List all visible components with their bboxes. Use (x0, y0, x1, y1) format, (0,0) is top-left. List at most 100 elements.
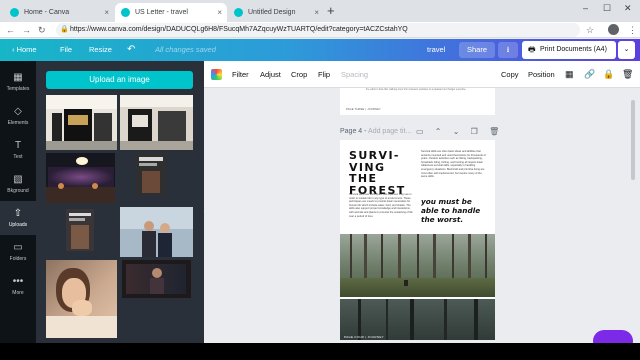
chevron-down-icon[interactable]: ⌄ (618, 41, 635, 59)
rail-item-elements[interactable]: ◇ Elements (0, 99, 36, 133)
profile-avatar-icon[interactable] (608, 24, 619, 35)
color-picker-icon[interactable] (211, 69, 222, 80)
upload-thumbnail[interactable] (46, 260, 117, 338)
rail-label: More (12, 290, 24, 296)
upload-thumbnail[interactable] (120, 95, 193, 150)
page-4[interactable]: SURVI- VING THE FOREST Survival skills a… (340, 140, 495, 340)
upload-thumbnail[interactable] (46, 95, 117, 150)
tab-home-canva[interactable]: Home - Canva × (4, 3, 114, 22)
page-3-preview[interactable]: the editor is that offer walking tours f… (340, 88, 495, 115)
upload-image-button[interactable]: Upload an image (46, 71, 193, 89)
filter-button[interactable]: Filter (232, 61, 249, 88)
page-4-quote[interactable]: you must be able to handle the worst. (421, 197, 491, 224)
upload-thumbnail[interactable] (120, 207, 193, 257)
forest-photo[interactable] (340, 234, 495, 297)
share-button[interactable]: Share (459, 42, 495, 58)
print-label: Print Documents (A4) (540, 46, 607, 53)
upload-thumbnail[interactable] (46, 153, 115, 203)
tab-close-icon[interactable]: × (314, 3, 319, 22)
page-4-body-left[interactable]: Survival skills are techniques that a pe… (349, 193, 415, 218)
home-label: Home (16, 45, 37, 54)
page-4-headline[interactable]: SURVI- VING THE FOREST (349, 150, 419, 196)
editor-toolbar: Filter Adjust Crop Flip Spacing Copy Pos… (204, 61, 640, 88)
delete-page-icon[interactable]: 🗑 (489, 127, 499, 136)
link-icon[interactable]: 🔗 (584, 68, 595, 80)
letterbox-bar (0, 343, 640, 360)
url-input[interactable]: 🔒 https://www.canva.com/design/DADUCQLg6… (56, 23, 580, 37)
tab-us-letter-travel[interactable]: US Letter - travel × (115, 3, 227, 22)
duplicate-page-icon[interactable]: ❐ (471, 127, 478, 136)
page-number-label: Page 4 - (340, 128, 369, 135)
elements-icon: ◇ (14, 106, 22, 117)
side-nav-rail: ▦ Templates ◇ Elements T Text ▧ Bkground… (0, 61, 36, 343)
upload-thumbnail[interactable] (122, 260, 191, 298)
canva-favicon-icon (234, 8, 243, 17)
forward-arrow-icon[interactable]: → (22, 24, 31, 36)
save-status: All changes saved (155, 45, 216, 54)
rail-label: Bkground (7, 188, 29, 194)
rail-label: Elements (7, 120, 29, 126)
rail-label: Templates (6, 86, 30, 92)
trash-icon[interactable]: 🗑 (622, 68, 633, 80)
upload-thumbnail[interactable] (136, 153, 166, 195)
adjust-button[interactable]: Adjust (260, 61, 281, 88)
undo-icon[interactable]: ↶ (127, 39, 135, 61)
page-3-footer: PAGE THREE | JOURNEY (346, 108, 381, 111)
lock-icon[interactable]: 🔒 (603, 68, 614, 80)
transparency-icon[interactable]: ▦ (565, 68, 574, 80)
canva-favicon-icon (121, 8, 130, 17)
canva-favicon-icon (10, 8, 19, 17)
rail-item-templates[interactable]: ▦ Templates (0, 65, 36, 99)
bookmark-star-icon[interactable]: ☆ (586, 24, 594, 36)
canvas-scrollbar[interactable] (631, 100, 635, 180)
maximize-icon[interactable]: ☐ (603, 3, 611, 14)
position-button[interactable]: Position (528, 61, 555, 88)
design-canvas: the editor is that offer walking tours f… (204, 88, 640, 343)
spacing-button: Spacing (341, 70, 369, 79)
resize-button[interactable]: Resize (89, 39, 112, 61)
tab-close-icon[interactable]: × (217, 3, 222, 22)
page-notes-icon[interactable]: ▭ (416, 127, 424, 136)
print-documents-button[interactable]: 🖶 Print Documents (A4) (522, 41, 616, 59)
crop-button[interactable]: Crop (291, 61, 307, 88)
address-bar: ← → ↻ 🔒 https://www.canva.com/design/DAD… (0, 22, 640, 38)
upload-thumbnail[interactable] (66, 209, 94, 251)
close-window-icon[interactable]: ✕ (624, 3, 632, 14)
back-arrow-icon[interactable]: ← (6, 24, 15, 36)
reload-icon[interactable]: ↻ (38, 24, 46, 36)
rail-item-text[interactable]: T Text (0, 133, 36, 167)
page-controls: ▭ ⌃ ⌄ ❐ 🗑 (416, 127, 508, 136)
background-icon: ▧ (13, 174, 23, 185)
rail-item-uploads[interactable]: ⇧ Uploads (0, 201, 36, 235)
url-text: https://www.canva.com/design/DADUCQLg6H8… (70, 26, 408, 33)
rail-label: Uploads (8, 222, 28, 228)
file-menu-button[interactable]: File (60, 39, 72, 61)
help-button[interactable] (593, 330, 633, 343)
tab-untitled-design[interactable]: Untitled Design × (228, 3, 324, 22)
page-label: Page 4 - Add page tit... (340, 128, 411, 135)
text-icon: T (14, 140, 22, 151)
page-4-body-right[interactable]: Survival skills are often basic ideas an… (421, 150, 487, 179)
design-name[interactable]: travel (427, 39, 445, 61)
new-tab-button[interactable]: + (327, 2, 335, 20)
rail-item-more[interactable]: ••• More (0, 269, 36, 303)
copy-button[interactable]: Copy (501, 61, 519, 88)
back-home-button[interactable]: ‹ Home (12, 39, 37, 61)
tab-close-icon[interactable]: × (104, 3, 109, 22)
more-dots-icon: ••• (12, 276, 24, 287)
rail-item-background[interactable]: ▧ Bkground (0, 167, 36, 201)
page-4-footer: PAGE FOUR | JOURNEY (344, 335, 384, 339)
browser-tab-bar: Home - Canva × US Letter - travel × Unti… (0, 0, 640, 22)
download-icon[interactable]: ⭳ (498, 42, 518, 58)
chevron-down-icon[interactable]: ⌄ (453, 127, 460, 136)
rail-item-folders[interactable]: ▭ Folders (0, 235, 36, 269)
browser-menu-icon[interactable]: ⋮ (628, 24, 637, 36)
minimize-icon[interactable]: – (583, 3, 588, 13)
chevron-up-icon[interactable]: ⌃ (435, 127, 442, 136)
rail-label: Text (13, 154, 23, 160)
flip-button[interactable]: Flip (318, 61, 330, 88)
templates-icon: ▦ (13, 72, 23, 83)
forest-photo[interactable] (340, 299, 495, 340)
page-title-input[interactable]: Add page tit... (368, 128, 411, 135)
app-frame: Home - Canva × US Letter - travel × Unti… (0, 0, 640, 343)
